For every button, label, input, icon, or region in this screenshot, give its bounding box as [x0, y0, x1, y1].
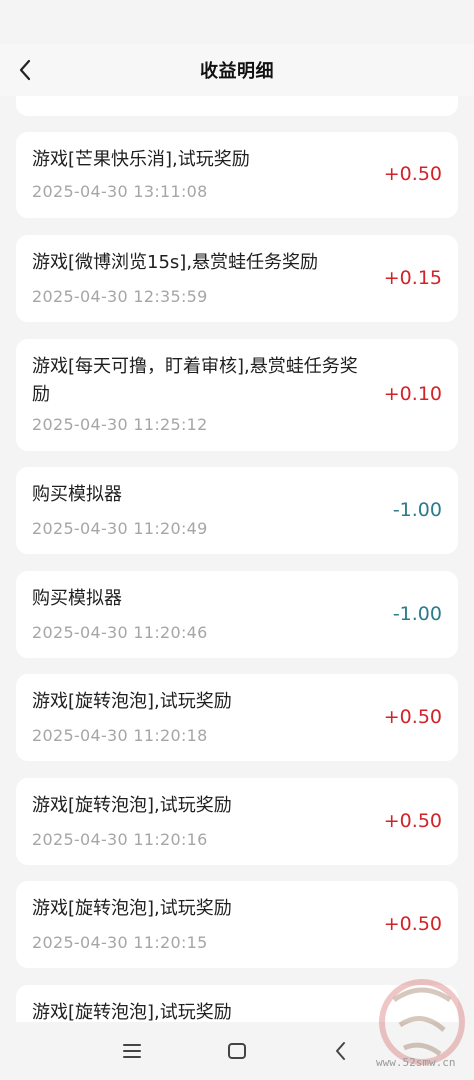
record-amount: +0.15	[383, 267, 442, 289]
list-item[interactable]: 游戏[微博浏览15s],悬赏蛙任务奖励 2025-04-30 12:35:59 …	[16, 235, 458, 322]
home-icon	[228, 1043, 246, 1059]
list-item[interactable]: 购买模拟器 2025-04-30 11:20:46 -1.00	[16, 571, 458, 658]
record-title: 购买模拟器	[32, 588, 122, 609]
earnings-list[interactable]: 游戏[芒果快乐消],试玩奖励 2025-04-30 13:11:08 +0.50…	[0, 96, 474, 1022]
list-item[interactable]: 游戏[旋转泡泡],试玩奖励 2025-04-30 11:20:18 +0.50	[16, 674, 458, 761]
record-amount: +0.10	[383, 383, 442, 405]
record-time: 2025-04-30 11:20:49	[32, 519, 208, 538]
header: 收益明细	[0, 44, 474, 96]
record-title: 游戏[每天可撸，盯着审核],悬赏蛙任务奖励	[32, 356, 358, 405]
record-amount: +0.50	[383, 913, 442, 935]
record-title: 游戏[旋转泡泡],试玩奖励	[32, 691, 232, 712]
status-bar	[0, 0, 474, 44]
record-time: 2025-04-30 11:25:12	[32, 415, 208, 434]
menu-button[interactable]	[117, 1038, 147, 1064]
record-time: 2025-04-30 11:20:16	[32, 830, 208, 849]
record-amount: -1.00	[392, 603, 442, 625]
record-title: 游戏[旋转泡泡],试玩奖励	[32, 795, 232, 816]
chevron-left-icon	[19, 59, 31, 81]
page-title: 收益明细	[200, 61, 274, 82]
record-amount: -1.00	[392, 499, 442, 521]
list-item-partial[interactable]	[16, 96, 458, 116]
record-amount: +0.50	[383, 706, 442, 728]
record-time: 2025-04-30 11:20:46	[32, 623, 208, 642]
menu-icon	[123, 1044, 141, 1058]
list-item[interactable]: 游戏[旋转泡泡],试玩奖励 2025-04-30 11:20:15 +0.50	[16, 881, 458, 968]
record-title: 游戏[旋转泡泡],试玩奖励	[32, 1002, 232, 1022]
list-item[interactable]: 游戏[旋转泡泡],试玩奖励 2025-04-30 11:20:16 +0.50	[16, 778, 458, 865]
watermark-url: www.52smw.cn	[376, 1056, 456, 1069]
record-title: 游戏[旋转泡泡],试玩奖励	[32, 898, 232, 919]
record-title: 购买模拟器	[32, 484, 122, 505]
record-time: 2025-04-30 12:35:59	[32, 287, 208, 306]
record-amount: +0.50	[383, 163, 442, 185]
record-amount: +0.50	[383, 810, 442, 832]
list-item[interactable]: 游戏[芒果快乐消],试玩奖励 2025-04-30 13:11:08 +0.50	[16, 132, 458, 218]
back-button[interactable]	[10, 54, 42, 86]
list-item[interactable]: 购买模拟器 2025-04-30 11:20:49 -1.00	[16, 467, 458, 554]
record-time: 2025-04-30 13:11:08	[32, 182, 208, 201]
list-item[interactable]: 游戏[每天可撸，盯着审核],悬赏蛙任务奖励 2025-04-30 11:25:1…	[16, 339, 458, 451]
nav-back-button[interactable]	[326, 1038, 356, 1064]
record-title: 游戏[芒果快乐消],试玩奖励	[32, 149, 250, 170]
record-title: 游戏[微博浏览15s],悬赏蛙任务奖励	[32, 252, 319, 273]
home-button[interactable]	[222, 1038, 252, 1064]
record-time: 2025-04-30 11:20:15	[32, 933, 208, 952]
record-time: 2025-04-30 11:20:18	[32, 726, 208, 745]
back-icon	[336, 1042, 345, 1060]
